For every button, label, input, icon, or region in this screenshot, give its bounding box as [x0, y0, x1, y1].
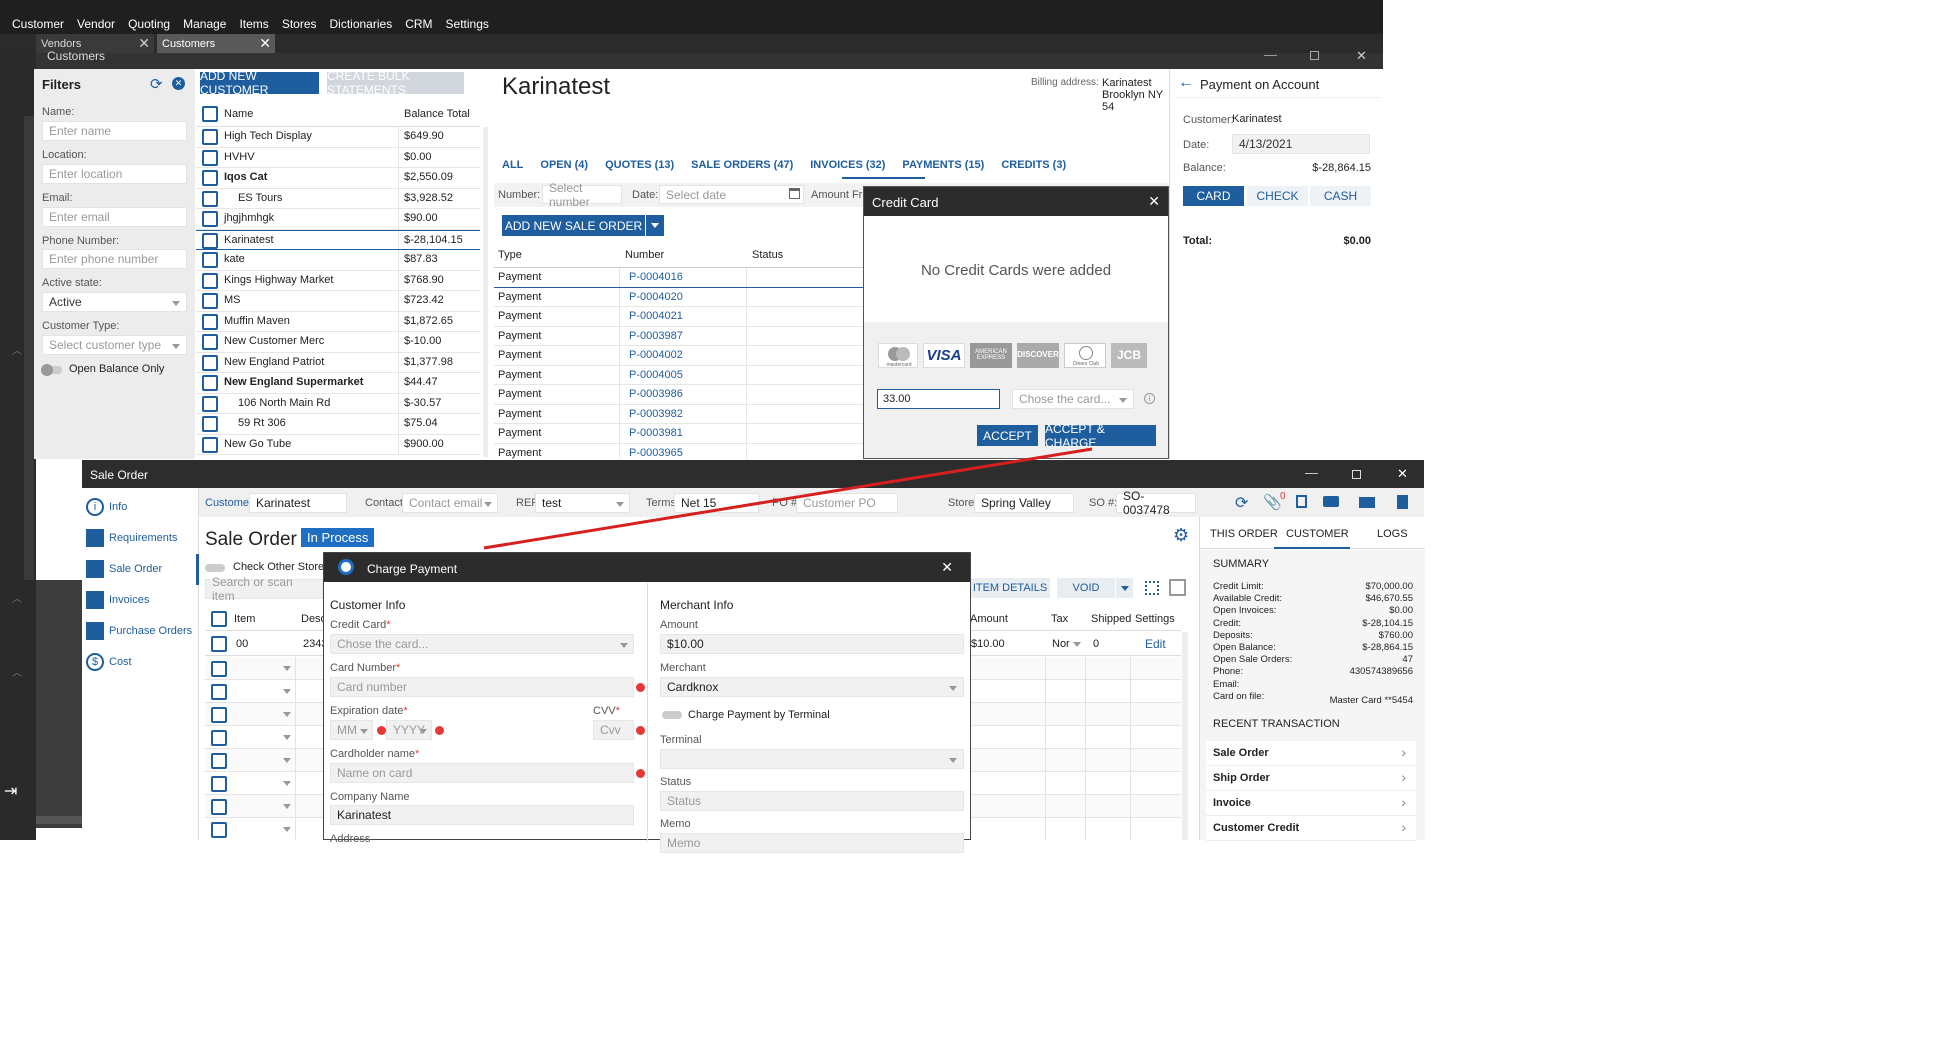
annotation-arrow-line [483, 447, 1093, 550]
